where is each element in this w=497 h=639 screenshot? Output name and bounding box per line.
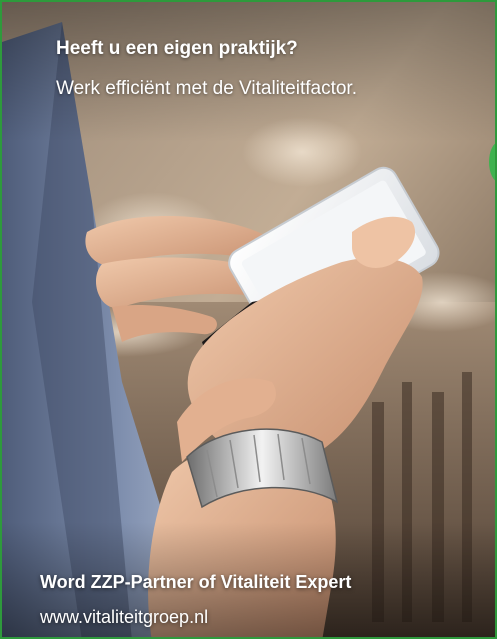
call-to-action[interactable]: Word ZZP-Partner of Vitaliteit Expert [40,572,351,593]
website-link[interactable]: www.vitaliteitgroep.nl [40,607,208,628]
headline: Heeft u een eigen praktijk? [56,38,298,59]
advertisement-banner[interactable]: Heeft u een eigen praktijk? Werk efficië… [0,0,497,639]
subheadline: Werk efficiënt met de Vitaliteitfactor. [56,78,357,99]
